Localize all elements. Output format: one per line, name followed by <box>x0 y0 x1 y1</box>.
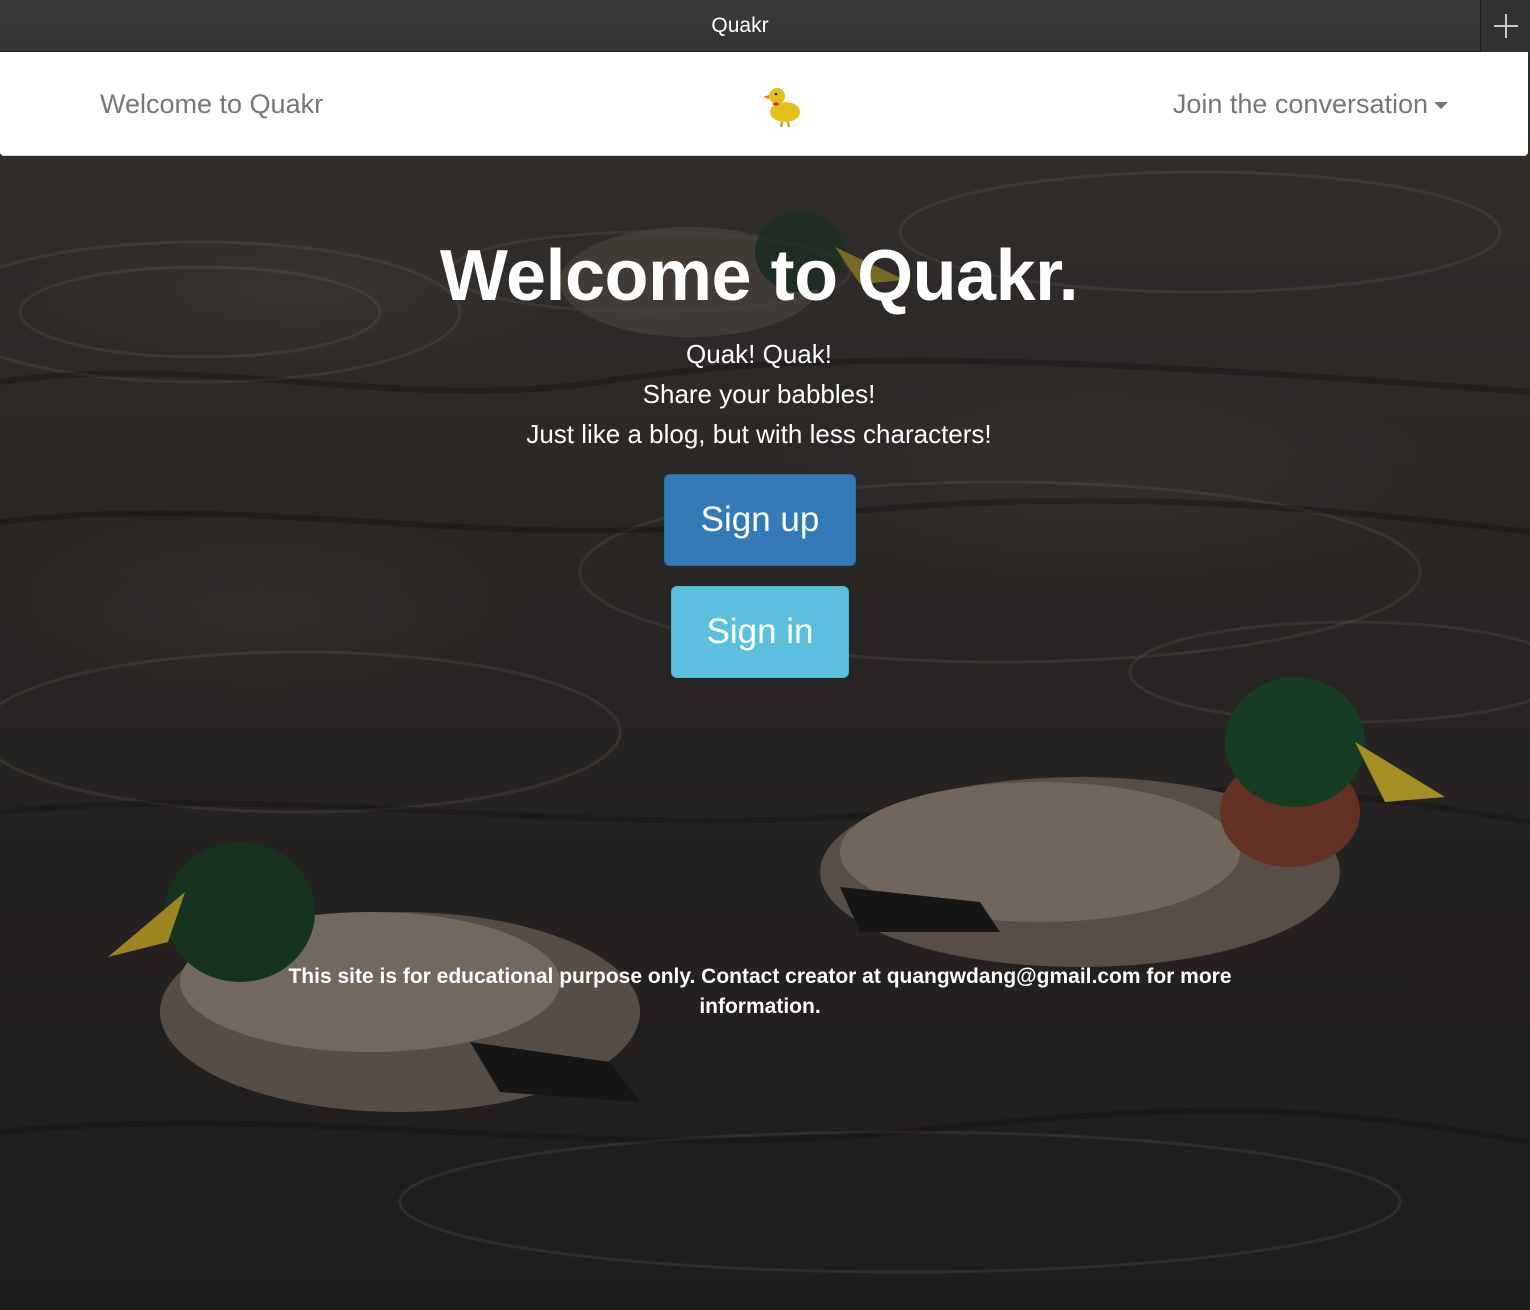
dropdown-label: Join the conversation <box>1172 89 1428 119</box>
new-tab-plus-icon[interactable] <box>1480 0 1530 52</box>
sign-up-button[interactable]: Sign up <box>664 474 856 566</box>
join-conversation-dropdown[interactable]: Join the conversation <box>1173 52 1448 156</box>
brand-link[interactable]: Welcome to Quakr <box>100 52 323 156</box>
hero-line: Quak! Quak! <box>686 339 832 369</box>
footer-disclaimer: This site is for educational purpose onl… <box>288 965 1232 1018</box>
caret-down-icon <box>1434 102 1448 110</box>
duck-icon[interactable] <box>760 82 806 128</box>
browser-tab-title[interactable]: Quakr <box>0 0 1480 52</box>
browser-tab-bar: Quakr <box>0 0 1530 52</box>
sign-in-button[interactable]: Sign in <box>671 586 849 678</box>
page: Welcome to Quakr Join the conversation W… <box>0 52 1530 1310</box>
top-navbar: Welcome to Quakr Join the conversation <box>0 52 1528 156</box>
hero-title: Welcome to Quakr. <box>439 236 1079 316</box>
hero-line: Share your babbles! <box>642 379 876 409</box>
hero-line: Just like a blog, but with less characte… <box>526 419 992 449</box>
